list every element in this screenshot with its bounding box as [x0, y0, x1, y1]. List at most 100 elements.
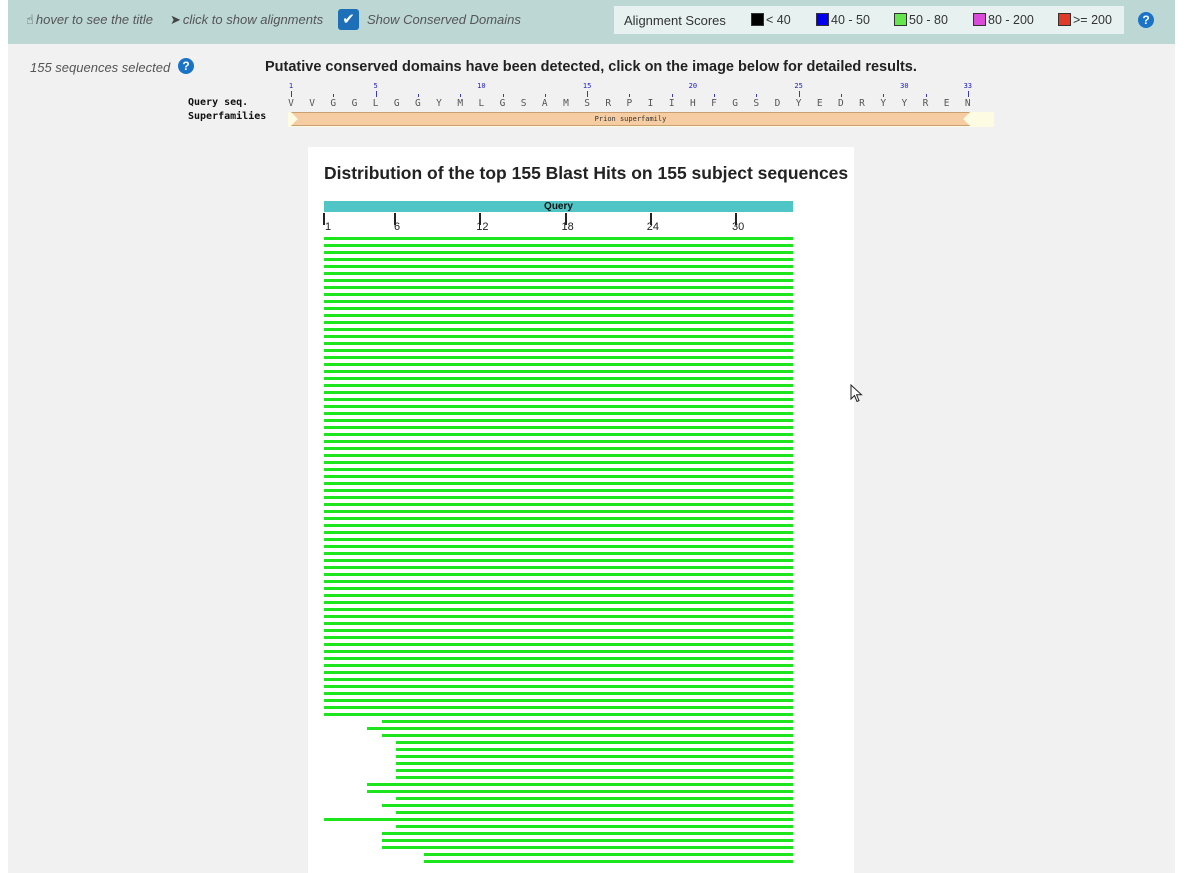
hit-bar[interactable] [324, 314, 793, 317]
legend-help-icon[interactable]: ? [1138, 12, 1154, 28]
hit-bar[interactable] [324, 496, 793, 499]
hit-bar[interactable] [324, 398, 793, 401]
hit-bar[interactable] [324, 405, 793, 408]
hit-bar[interactable] [324, 349, 793, 352]
hit-bar[interactable] [324, 328, 793, 331]
hit-bar[interactable] [324, 475, 793, 478]
hit-bar[interactable] [324, 622, 793, 625]
hit-bar[interactable] [324, 293, 793, 296]
hit-bar[interactable] [367, 727, 793, 730]
hit-bar[interactable] [367, 783, 793, 786]
hit-bar[interactable] [396, 797, 793, 800]
hit-bar[interactable] [324, 258, 793, 261]
hit-bar[interactable] [324, 643, 793, 646]
hit-bar[interactable] [324, 440, 793, 443]
hit-bar[interactable] [324, 538, 793, 541]
hit-bar[interactable] [324, 461, 793, 464]
hit-bar[interactable] [382, 839, 793, 842]
hit-bar[interactable] [324, 321, 793, 324]
show-conserved-domains-label[interactable]: Show Conserved Domains [367, 12, 521, 27]
hit-bar[interactable] [324, 818, 793, 821]
hit-bar[interactable] [324, 419, 793, 422]
hit-bar[interactable] [324, 433, 793, 436]
hit-bar[interactable] [324, 335, 793, 338]
hit-bar[interactable] [324, 307, 793, 310]
hit-bar[interactable] [382, 846, 793, 849]
hit-bar[interactable] [324, 713, 793, 716]
hit-bar[interactable] [324, 426, 793, 429]
hit-bar[interactable] [324, 272, 793, 275]
hit-bar[interactable] [324, 265, 793, 268]
hit-bar[interactable] [324, 454, 793, 457]
hit-bar[interactable] [324, 545, 793, 548]
hit-bar[interactable] [324, 489, 793, 492]
hit-bar[interactable] [324, 615, 793, 618]
hit-bar[interactable] [324, 391, 793, 394]
hit-bar[interactable] [324, 370, 793, 373]
hit-bar[interactable] [324, 657, 793, 660]
hit-bar[interactable] [324, 286, 793, 289]
hit-bar[interactable] [324, 384, 793, 387]
hit-bar[interactable] [324, 594, 793, 597]
hit-bar[interactable] [324, 279, 793, 282]
hit-bar[interactable] [324, 636, 793, 639]
hit-bar[interactable] [324, 531, 793, 534]
hit-bar[interactable] [324, 559, 793, 562]
hit-bar[interactable] [324, 678, 793, 681]
hit-bar[interactable] [424, 860, 793, 863]
hit-bar[interactable] [324, 671, 793, 674]
position-tick [375, 91, 377, 97]
prion-superfamily-domain[interactable]: Prion superfamily [291, 112, 970, 126]
hit-bar[interactable] [324, 468, 793, 471]
hit-bar[interactable] [324, 573, 793, 576]
hit-bar[interactable] [324, 510, 793, 513]
hit-bar[interactable] [324, 601, 793, 604]
hit-bar[interactable] [324, 342, 793, 345]
show-conserved-domains-checkbox[interactable]: ✔ [338, 9, 359, 30]
hit-bar[interactable] [324, 566, 793, 569]
hit-bar[interactable] [324, 685, 793, 688]
hit-bar[interactable] [324, 587, 793, 590]
conserved-domains-image[interactable]: Query seq. Superfamilies V V G G L G G Y M L G S A M S… [188, 82, 994, 128]
hit-bar[interactable] [324, 447, 793, 450]
hit-bar[interactable] [324, 363, 793, 366]
hit-bar[interactable] [324, 692, 793, 695]
hit-bar[interactable] [324, 706, 793, 709]
hit-bar[interactable] [324, 629, 793, 632]
hit-bar[interactable] [324, 300, 793, 303]
legend-label-80-200: 80 - 200 [988, 13, 1034, 27]
hit-bar[interactable] [324, 237, 793, 240]
hit-bar[interactable] [396, 769, 793, 772]
hit-bar[interactable] [367, 790, 793, 793]
hit-bar[interactable] [324, 608, 793, 611]
hit-bar[interactable] [396, 748, 793, 751]
hit-bar[interactable] [382, 734, 793, 737]
hit-bar[interactable] [396, 776, 793, 779]
hit-bar[interactable] [382, 720, 793, 723]
hit-bar[interactable] [324, 482, 793, 485]
hit-bar[interactable] [324, 664, 793, 667]
hit-bar[interactable] [382, 832, 793, 835]
hit-bar[interactable] [424, 853, 793, 856]
hit-bar[interactable] [396, 762, 793, 765]
hit-bar[interactable] [324, 244, 793, 247]
residue: Y [436, 98, 442, 109]
hit-bar[interactable] [324, 503, 793, 506]
hit-bar[interactable] [396, 755, 793, 758]
alignment-scores-legend: Alignment Scores < 40 40 - 50 50 - 80 80… [614, 6, 1124, 34]
hit-bar[interactable] [382, 804, 793, 807]
hit-bar[interactable] [324, 699, 793, 702]
hit-bar[interactable] [324, 580, 793, 583]
hit-bar[interactable] [324, 552, 793, 555]
selection-help-icon[interactable]: ? [178, 58, 194, 74]
hit-bar[interactable] [324, 377, 793, 380]
hit-bar[interactable] [324, 251, 793, 254]
hit-bar[interactable] [324, 356, 793, 359]
hit-bar[interactable] [396, 825, 793, 828]
hit-bar[interactable] [324, 517, 793, 520]
hit-bar[interactable] [324, 412, 793, 415]
hit-bar[interactable] [396, 741, 793, 744]
hit-bar[interactable] [324, 650, 793, 653]
hit-bar[interactable] [396, 811, 793, 814]
hit-bar[interactable] [324, 524, 793, 527]
